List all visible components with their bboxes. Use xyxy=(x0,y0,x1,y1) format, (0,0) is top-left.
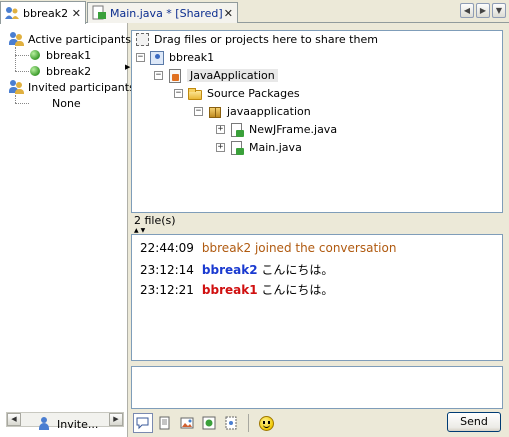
node-label: Source Packages xyxy=(207,87,300,100)
share-drop-icon xyxy=(134,32,150,48)
tree-node-file[interactable]: + Main.java xyxy=(216,139,302,156)
send-button[interactable]: Send xyxy=(447,412,501,432)
message-input[interactable] xyxy=(131,366,503,409)
chat-transcript[interactable]: 22:44:09 bbreak2 joined the conversation … xyxy=(131,234,503,361)
tree-line xyxy=(15,71,29,72)
group-label: Active participants xyxy=(28,32,131,46)
tree-node-package[interactable]: − javaapplication xyxy=(194,103,311,120)
tab-menu-icon[interactable]: ▼ xyxy=(492,3,506,18)
tab-strip: bbreak2 ✕ Main.java * [Shared] ✕ ◀ ▶ ▼ xyxy=(0,0,509,24)
share-hint: Drag files or projects here to share the… xyxy=(134,31,378,48)
document-icon[interactable] xyxy=(155,413,175,433)
tab-label: bbreak2 xyxy=(23,6,69,20)
expand-icon[interactable]: + xyxy=(216,143,225,152)
tab-bbreak2[interactable]: bbreak2 ✕ xyxy=(0,1,86,24)
module-icon[interactable] xyxy=(199,413,219,433)
chat-icon[interactable] xyxy=(133,413,153,433)
tab-label: Main.java * [Shared] xyxy=(110,6,223,20)
invited-participants-group[interactable]: Invited participants xyxy=(8,79,135,95)
users-icon xyxy=(4,5,20,21)
chat-message: 23:12:14 bbreak2 こんにちは。 xyxy=(140,261,333,278)
node-label: Main.java xyxy=(249,141,302,154)
active-participants-group[interactable]: Active participants xyxy=(8,31,131,47)
tree-line xyxy=(15,95,16,103)
scroll-right-icon[interactable]: ▶ xyxy=(476,3,490,18)
tree-node-user[interactable]: − bbreak1 xyxy=(136,49,214,66)
java-file-icon xyxy=(91,5,107,21)
splitter-arrows-icon[interactable]: ▲▼ xyxy=(134,227,147,234)
group-label: Invited participants xyxy=(28,80,135,94)
collapse-icon[interactable]: − xyxy=(136,53,145,62)
chat-message: 22:44:09 bbreak2 joined the conversation xyxy=(140,241,396,255)
node-label: JavaApplication xyxy=(187,69,278,82)
message-time: 22:44:09 xyxy=(140,241,194,255)
participant-name: bbreak1 xyxy=(46,48,92,62)
tree-node-project[interactable]: − JavaApplication xyxy=(154,67,278,84)
java-form-icon xyxy=(229,122,245,138)
tab-main-java[interactable]: Main.java * [Shared] ✕ xyxy=(87,2,238,23)
scroll-left-icon[interactable]: ◀ xyxy=(460,3,474,18)
tree-line xyxy=(15,47,16,71)
participant-name: bbreak2 xyxy=(46,64,92,78)
participant-item[interactable]: bbreak1 xyxy=(30,47,91,63)
scroll-right-icon[interactable]: ▶ xyxy=(109,413,123,426)
close-icon[interactable]: ✕ xyxy=(72,7,81,20)
collapse-icon[interactable]: − xyxy=(194,107,203,116)
image-icon[interactable] xyxy=(177,413,197,433)
tab-navigation: ◀ ▶ ▼ xyxy=(460,3,506,18)
expand-icon[interactable]: + xyxy=(216,125,225,134)
invited-item: None xyxy=(52,95,81,111)
node-label: bbreak1 xyxy=(169,51,215,64)
collapse-icon[interactable]: − xyxy=(154,71,163,80)
invite-label: Invite... xyxy=(57,417,99,431)
folder-icon xyxy=(187,86,203,102)
collapse-icon[interactable]: − xyxy=(174,89,183,98)
online-status-icon xyxy=(30,66,40,76)
share-hint-text: Drag files or projects here to share the… xyxy=(154,33,378,46)
tree-node-source-packages[interactable]: − Source Packages xyxy=(174,85,300,102)
chat-message: 23:12:21 bbreak1 こんにちは。 xyxy=(140,281,333,298)
tree-line xyxy=(15,55,29,56)
person-icon xyxy=(38,417,50,431)
message-text: こんにちは。 xyxy=(261,263,334,277)
node-label: NewJFrame.java xyxy=(249,123,338,136)
tree-node-file[interactable]: + NewJFrame.java xyxy=(216,121,337,138)
scroll-left-icon[interactable]: ◀ xyxy=(7,413,21,426)
group-icon xyxy=(8,79,24,95)
smiley-icon[interactable] xyxy=(256,413,276,433)
group-icon xyxy=(8,31,24,47)
invite-button[interactable]: Invite... xyxy=(38,417,98,431)
package-icon xyxy=(207,104,223,120)
project-icon xyxy=(167,68,183,84)
shared-files-tree[interactable]: Drag files or projects here to share the… xyxy=(131,30,503,213)
chat-toolbar xyxy=(133,413,276,433)
online-status-icon xyxy=(30,50,40,60)
tree-line xyxy=(15,103,29,104)
message-time: 23:12:21 xyxy=(140,283,194,297)
participant-item[interactable]: bbreak2 xyxy=(30,63,91,79)
collapse-arrow-icon[interactable]: ▶ xyxy=(125,63,130,71)
message-time: 23:12:14 xyxy=(140,263,194,277)
close-icon[interactable]: ✕ xyxy=(224,7,233,20)
toolbar-separator xyxy=(248,414,249,432)
file-count: 2 file(s) xyxy=(134,214,176,227)
participants-panel: Active participants bbreak1 bbreak2 Invi… xyxy=(0,23,135,437)
system-message-text: bbreak2 joined the conversation xyxy=(201,241,397,255)
invited-none-text: None xyxy=(52,96,81,110)
java-file-icon xyxy=(229,140,245,156)
node-label: javaapplication xyxy=(227,105,311,118)
message-sender: bbreak1 xyxy=(201,283,258,297)
notes-icon[interactable] xyxy=(221,413,241,433)
user-project-icon xyxy=(149,50,165,66)
message-text: こんにちは。 xyxy=(261,283,334,297)
message-sender: bbreak2 xyxy=(201,263,258,277)
